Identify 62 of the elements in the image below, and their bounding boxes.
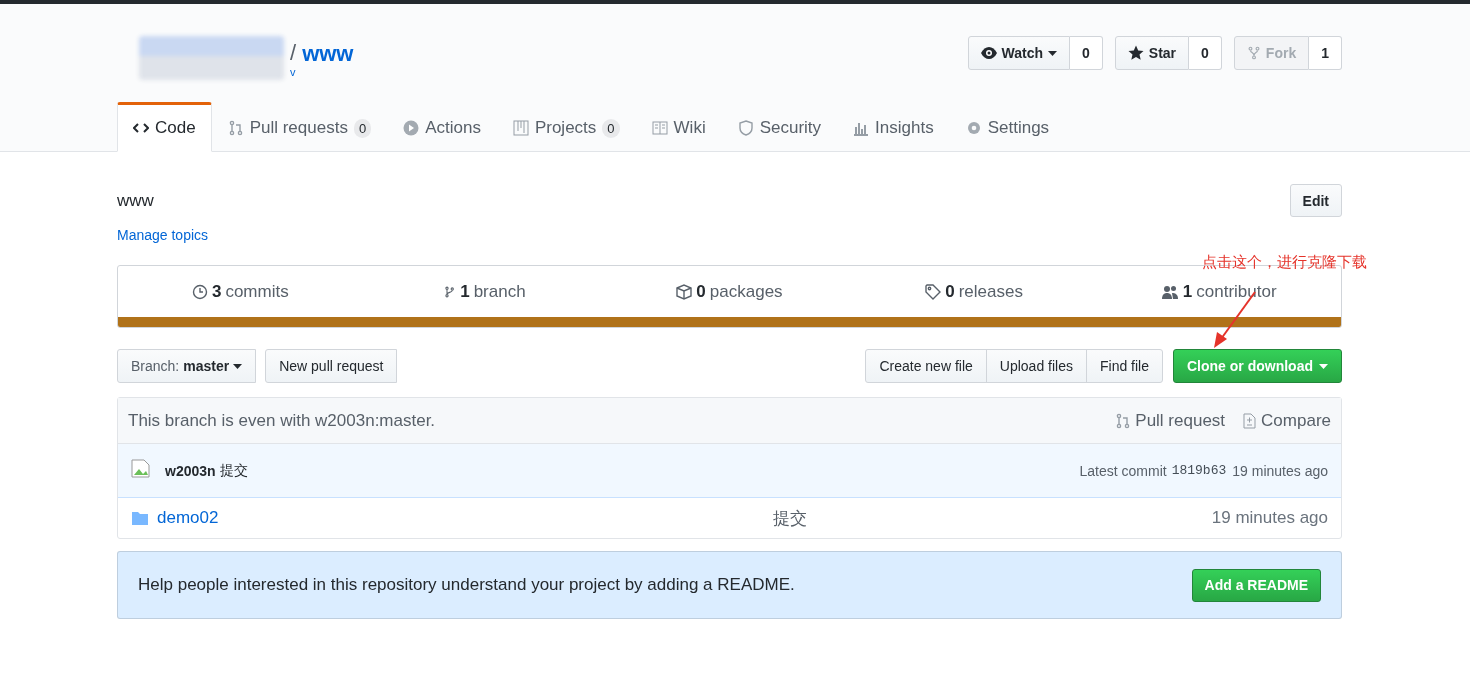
play-icon: [403, 120, 420, 136]
repo-tab[interactable]: Actions: [387, 102, 497, 152]
path-separator: /: [290, 40, 297, 66]
commit-age: 19 minutes ago: [1232, 462, 1328, 479]
history-icon: [191, 283, 208, 300]
folder-icon: [131, 510, 149, 526]
latest-commit-label: Latest commit: [1079, 462, 1167, 479]
pull-request-icon: [227, 120, 244, 136]
shield-icon: [737, 120, 754, 136]
commit-sha[interactable]: 1819b63: [1171, 463, 1227, 478]
book-icon: [651, 120, 668, 136]
repo-tab[interactable]: Insights: [837, 102, 950, 152]
pull-request-icon: [1115, 412, 1132, 429]
tab-counter: 0: [602, 118, 620, 138]
board-icon: [512, 120, 529, 136]
fork-icon: [1246, 45, 1261, 61]
diff-icon: [1241, 412, 1258, 429]
commit-message[interactable]: 提交: [219, 461, 248, 480]
eye-icon: [980, 45, 997, 61]
caret-icon: [1048, 50, 1058, 56]
edit-button[interactable]: Edit: [1289, 184, 1342, 217]
file-age: 19 minutes ago: [1211, 508, 1328, 528]
file-commit-message[interactable]: 提交: [772, 506, 807, 530]
commits-link[interactable]: 3 commits: [118, 281, 363, 302]
manage-topics-link[interactable]: Manage topics: [117, 227, 209, 243]
file-action-button[interactable]: Create new file: [865, 349, 987, 383]
compare-link[interactable]: Compare: [1241, 410, 1331, 431]
star-button[interactable]: Star: [1114, 36, 1190, 70]
bar-graph-icon: [853, 120, 870, 136]
repository-name[interactable]: www: [302, 41, 354, 67]
commit-author[interactable]: w2003n: [165, 462, 216, 479]
tag-icon: [925, 283, 942, 300]
contributor-link[interactable]: 1 contributor: [1096, 281, 1341, 302]
repository-description: www: [117, 190, 154, 211]
file-action-button[interactable]: Upload files: [985, 349, 1087, 383]
caret-icon: [1319, 363, 1328, 369]
branch-select[interactable]: Branch: master: [117, 349, 257, 383]
file-action-button[interactable]: Find file: [1085, 349, 1163, 383]
branch-status-text: This branch is even with w2003n:master.: [128, 410, 436, 431]
new-pull-request-button[interactable]: New pull request: [265, 349, 398, 383]
branch-link[interactable]: 1 branch: [362, 281, 608, 302]
repo-tab[interactable]: Settings: [949, 102, 1066, 152]
packages-link[interactable]: 0 packages: [607, 281, 852, 302]
repo-tab[interactable]: Code: [117, 102, 212, 152]
package-icon: [676, 283, 693, 300]
pull-request-link[interactable]: Pull request: [1115, 410, 1226, 431]
annotation-text: 点击这个，进行克隆下载: [1202, 253, 1367, 272]
watch-button[interactable]: Watch: [967, 36, 1071, 70]
tab-counter: 0: [353, 118, 372, 138]
repo-tab[interactable]: Wiki: [635, 102, 722, 152]
star-icon: [1127, 45, 1144, 61]
watch-count[interactable]: 0: [1070, 36, 1103, 70]
readme-prompt-text: Help people interested in this repository understand your project by adding a README.: [138, 575, 795, 595]
file-name-link[interactable]: demo02: [131, 508, 530, 528]
fork-note[interactable]: v: [290, 66, 296, 78]
star-count[interactable]: 0: [1189, 36, 1222, 70]
repo-tab[interactable]: Projects 0: [496, 102, 636, 152]
repo-tab[interactable]: Pull requests 0: [211, 102, 388, 152]
caret-icon: [233, 363, 243, 369]
people-icon: [1160, 283, 1179, 300]
releases-link[interactable]: 0 releases: [851, 281, 1097, 302]
repo-tab[interactable]: Security: [721, 102, 838, 152]
